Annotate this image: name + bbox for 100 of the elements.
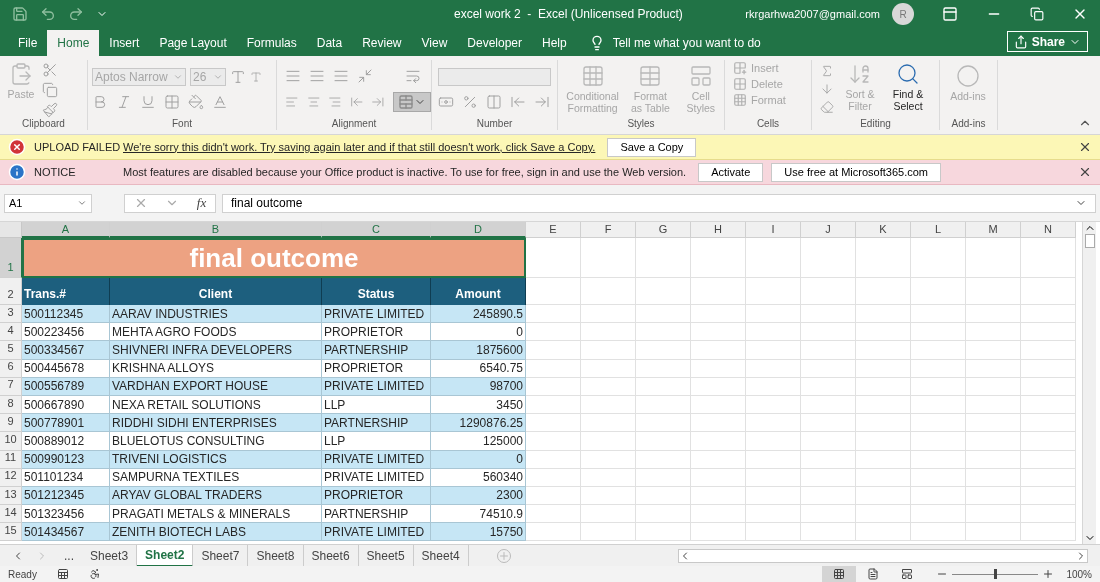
- number-format-field[interactable]: [438, 68, 551, 86]
- ribbon-tab[interactable]: View: [411, 30, 458, 56]
- message-link[interactable]: We're sorry this didn't work. Try saving again later and if that still doesn't work, click Save a Copy.: [123, 138, 596, 156]
- scroll-thumb[interactable]: [1084, 234, 1095, 248]
- table-cell[interactable]: AARAV INDUSTRIES: [110, 305, 322, 324]
- table-cell[interactable]: 501434567: [22, 523, 110, 542]
- row-header[interactable]: 1: [0, 238, 22, 278]
- table-cell[interactable]: 125000: [431, 432, 526, 451]
- table-cell[interactable]: LLP: [322, 432, 431, 451]
- decrease-indent-icon[interactable]: [349, 94, 364, 110]
- column-header[interactable]: B: [110, 222, 322, 238]
- table-cell[interactable]: 1875600: [431, 341, 526, 360]
- row-header[interactable]: 9: [0, 414, 22, 433]
- currency-icon[interactable]: [438, 94, 454, 110]
- share-button[interactable]: Share: [1006, 31, 1088, 52]
- select-all-corner[interactable]: [0, 222, 22, 238]
- table-cell[interactable]: PRAGATI METALS & MINERALS: [110, 505, 322, 524]
- table-cell[interactable]: 500778901: [22, 414, 110, 433]
- column-header[interactable]: L: [911, 222, 966, 238]
- table-cell[interactable]: 74510.9: [431, 505, 526, 524]
- fill-color-icon[interactable]: [188, 94, 204, 110]
- column-header[interactable]: K: [856, 222, 911, 238]
- horizontal-scrollbar[interactable]: [678, 548, 1088, 563]
- save-icon[interactable]: [12, 6, 28, 22]
- row-header[interactable]: 4: [0, 323, 22, 342]
- table-cell[interactable]: PARTNERSHIP: [322, 341, 431, 360]
- ribbon-display-icon[interactable]: [942, 6, 958, 22]
- table-cell[interactable]: 500334567: [22, 341, 110, 360]
- column-header[interactable]: D: [431, 222, 526, 238]
- table-header-cell[interactable]: Status: [322, 278, 431, 305]
- autosum-icon[interactable]: [820, 64, 834, 78]
- table-cell[interactable]: 500889012: [22, 432, 110, 451]
- ribbon-tab[interactable]: Review: [352, 30, 412, 56]
- close-icon[interactable]: [1078, 165, 1092, 179]
- table-cell[interactable]: PARTNERSHIP: [322, 414, 431, 433]
- copy-icon[interactable]: [42, 82, 58, 98]
- table-header-cell[interactable]: Trans.#: [22, 278, 110, 305]
- accessibility-icon[interactable]: [88, 568, 101, 580]
- vertical-scrollbar[interactable]: [1082, 222, 1096, 544]
- merge-button[interactable]: [392, 92, 431, 112]
- column-header[interactable]: N: [1021, 222, 1076, 238]
- cut-icon[interactable]: [42, 62, 58, 78]
- row-header[interactable]: 2: [0, 278, 22, 305]
- table-cell[interactable]: 500112345: [22, 305, 110, 324]
- row-header[interactable]: 10: [0, 432, 22, 451]
- zoom-thumb[interactable]: [994, 568, 998, 579]
- message-action-button[interactable]: Activate: [698, 162, 764, 182]
- table-cell[interactable]: BLUELOTUS CONSULTING: [110, 432, 322, 451]
- align-center-icon[interactable]: [306, 94, 321, 110]
- row-header[interactable]: 5: [0, 341, 22, 360]
- table-cell[interactable]: SHIVNERI INFRA DEVELOPERS: [110, 341, 322, 360]
- undo-icon[interactable]: [40, 6, 56, 22]
- more-sheets[interactable]: ...: [64, 546, 74, 565]
- align-right-icon[interactable]: [328, 94, 342, 110]
- format-painter-icon[interactable]: [42, 102, 58, 118]
- close-icon[interactable]: [1078, 140, 1092, 154]
- column-header[interactable]: M: [966, 222, 1021, 238]
- table-cell[interactable]: MEHTA AGRO FOODS: [110, 323, 322, 342]
- sheet-stats-icon[interactable]: [56, 568, 69, 580]
- clear-icon[interactable]: [820, 100, 834, 114]
- column-header[interactable]: G: [636, 222, 691, 238]
- row-header[interactable]: 14: [0, 505, 22, 524]
- column-header[interactable]: A: [22, 222, 110, 238]
- ribbon-tab[interactable]: Data: [306, 30, 353, 56]
- table-header-cell[interactable]: Amount: [431, 278, 526, 305]
- table-header-cell[interactable]: Client: [110, 278, 322, 305]
- row-header[interactable]: 15: [0, 523, 22, 542]
- shrink-font-icon[interactable]: [250, 71, 262, 83]
- bold-icon[interactable]: [92, 94, 108, 110]
- ribbon-tab[interactable]: Insert: [99, 30, 150, 56]
- row-header[interactable]: 3: [0, 305, 22, 324]
- table-cell[interactable]: ZENITH BIOTECH LABS: [110, 523, 322, 542]
- ribbon-tab[interactable]: Help: [532, 30, 577, 56]
- ribbon-tab[interactable]: Developer: [457, 30, 532, 56]
- column-header[interactable]: H: [691, 222, 746, 238]
- name-box[interactable]: A1: [4, 193, 92, 213]
- grow-font-icon[interactable]: [230, 69, 246, 85]
- ribbon-tab[interactable]: Formulas: [236, 30, 307, 56]
- percent-icon[interactable]: [462, 94, 478, 110]
- table-cell[interactable]: 245890.5: [431, 305, 526, 324]
- column-header[interactable]: F: [581, 222, 636, 238]
- message-action-button[interactable]: Use free at Microsoft365.com: [771, 162, 941, 182]
- font-color-icon[interactable]: [212, 94, 228, 110]
- wrap-text-icon[interactable]: [405, 68, 421, 84]
- table-cell[interactable]: 15750: [431, 523, 526, 542]
- align-left-icon[interactable]: [285, 94, 299, 110]
- table-cell[interactable]: 501323456: [22, 505, 110, 524]
- table-cell[interactable]: PRIVATE LIMITED: [322, 523, 431, 542]
- underline-icon[interactable]: [140, 94, 156, 110]
- ribbon-button[interactable]: Find & Select: [886, 62, 930, 114]
- table-cell[interactable]: PROPRIETOR: [322, 323, 431, 342]
- table-cell[interactable]: RIDDHI SIDHI ENTERPRISES: [110, 414, 322, 433]
- ribbon-tab[interactable]: Page Layout: [149, 30, 237, 56]
- formula-field[interactable]: final outcome: [222, 193, 1096, 213]
- italic-icon[interactable]: [116, 94, 132, 110]
- redo-icon[interactable]: [68, 6, 84, 22]
- sheet-tab[interactable]: Sheet2: [137, 544, 194, 567]
- column-header[interactable]: E: [526, 222, 581, 238]
- table-cell[interactable]: PARTNERSHIP: [322, 505, 431, 524]
- column-header[interactable]: I: [746, 222, 801, 238]
